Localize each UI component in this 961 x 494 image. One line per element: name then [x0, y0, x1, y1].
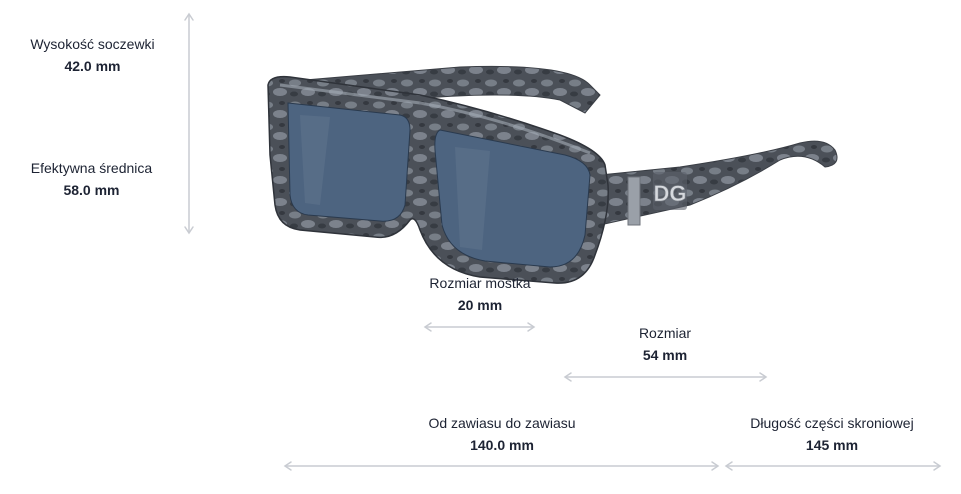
bridge-size-measurement: Rozmiar mostka 20 mm: [405, 272, 555, 316]
size-arrow: [563, 372, 768, 382]
effective-diameter-measurement: Efektywna średnica 58.0 mm: [14, 157, 169, 201]
size-value: 54 mm: [642, 347, 688, 363]
lens-height-arrow: [184, 12, 194, 235]
effective-diameter-value: 58.0 mm: [63, 182, 120, 198]
bridge-size-value: 20 mm: [457, 297, 503, 313]
hinge-to-hinge-value: 140.0 mm: [470, 437, 534, 453]
hinge-to-hinge-label: Od zawiasu do zawiasu: [428, 415, 576, 431]
lens-height-measurement: Wysokość soczewki 42.0 mm: [20, 33, 165, 77]
hinge-to-hinge-arrow: [283, 461, 720, 471]
lens-height-label: Wysokość soczewki: [30, 36, 155, 52]
effective-diameter-label: Efektywna średnica: [30, 160, 153, 176]
temple-length-label: Długość części skroniowej: [750, 415, 914, 431]
temple-length-measurement: Długość części skroniowej 145 mm: [732, 412, 932, 456]
bridge-size-arrow: [423, 322, 536, 332]
size-measurement: Rozmiar 54 mm: [605, 322, 725, 366]
lens-height-value: 42.0 mm: [64, 58, 121, 74]
size-label: Rozmiar: [638, 325, 692, 341]
hinge-to-hinge-measurement: Od zawiasu do zawiasu 140.0 mm: [402, 412, 602, 456]
bridge-size-label: Rozmiar mostka: [429, 275, 531, 291]
temple-length-value: 145 mm: [805, 437, 859, 453]
temple-length-arrow: [724, 461, 942, 471]
